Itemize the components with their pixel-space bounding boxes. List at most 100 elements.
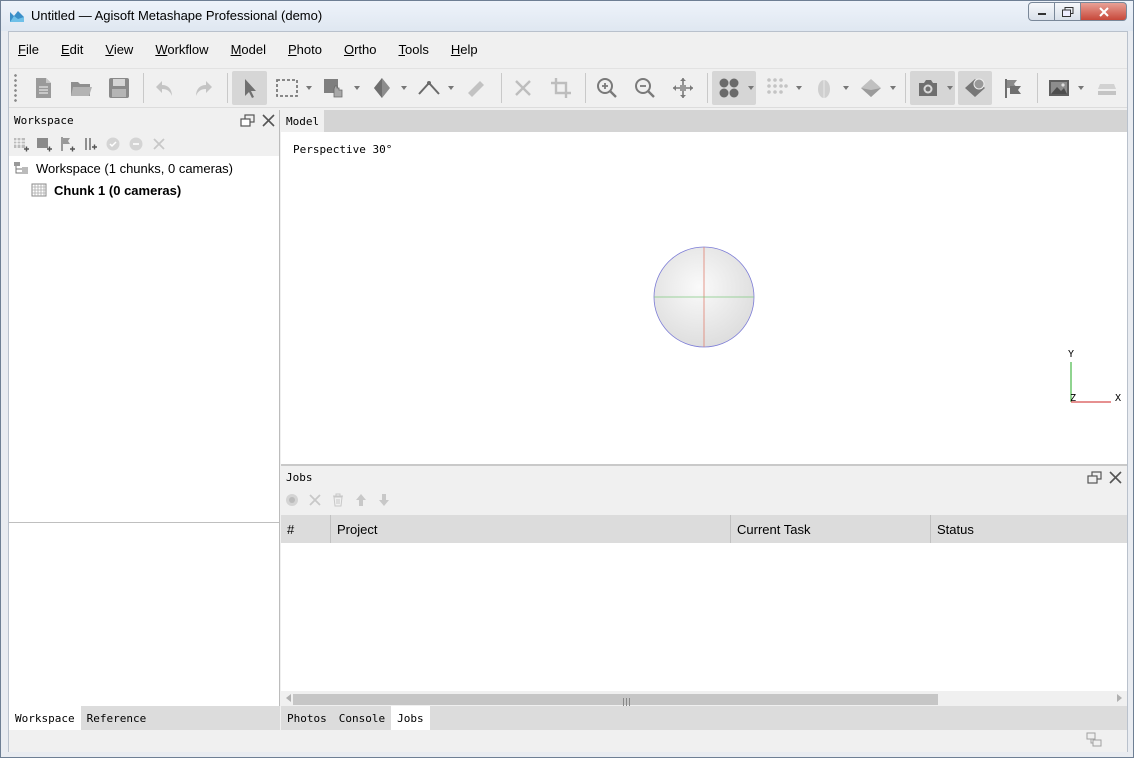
window-title: Untitled — Agisoft Metashape Professiona… [31, 8, 323, 23]
remove-item-button[interactable] [151, 136, 167, 152]
delete-x-icon [309, 493, 321, 506]
axis-z-label: Z [1070, 393, 1076, 404]
model-view-panel: Model Perspective 30° Y Z X [281, 110, 1127, 466]
shapes-icon [965, 78, 986, 97]
menu-model[interactable]: Model [231, 42, 266, 57]
menu-help[interactable]: Help [451, 42, 478, 57]
move-job-up-button[interactable] [354, 493, 368, 510]
open-button[interactable] [64, 71, 99, 105]
metashape-logo-icon [10, 11, 24, 22]
panel-close-button[interactable] [261, 113, 276, 128]
point-cloud-button[interactable] [712, 71, 757, 105]
tab-console[interactable]: Console [333, 706, 391, 730]
jobs-panel: Jobs # Project Current Task Status [281, 468, 1127, 706]
layers-button[interactable] [1089, 71, 1124, 105]
show-cameras-button[interactable] [910, 71, 955, 105]
dense-cloud-button[interactable] [759, 71, 803, 105]
chunk-node[interactable]: Chunk 1 (0 cameras) [31, 180, 181, 200]
scrollbar-thumb[interactable] [293, 694, 938, 706]
tiled-model-button[interactable] [807, 71, 851, 105]
maximize-button[interactable] [1055, 2, 1081, 21]
hand-move-icon [324, 79, 343, 98]
crop-selection-button[interactable] [543, 71, 578, 105]
show-image-button[interactable] [1042, 71, 1086, 105]
axis-y-label: Y [1068, 350, 1074, 360]
3d-viewport[interactable]: Perspective 30° Y Z X [281, 132, 1127, 466]
layers-icon [1097, 84, 1116, 95]
workspace-panel-title: Workspace [14, 114, 74, 127]
close-icon [1109, 471, 1122, 484]
remove-job-button[interactable] [331, 493, 345, 510]
jobs-panel-title: Jobs [286, 471, 313, 484]
save-icon [108, 78, 129, 98]
redo-button[interactable] [186, 71, 221, 105]
toolbar-grip[interactable] [13, 73, 18, 103]
menu-tools[interactable]: Tools [399, 42, 429, 57]
workspace-root-node[interactable]: Workspace (1 chunks, 0 cameras) [13, 158, 233, 178]
chunk-icon [31, 183, 47, 197]
workspace-tree: Workspace (1 chunks, 0 cameras) Chunk 1 … [9, 156, 279, 522]
column-header-number[interactable]: # [281, 515, 331, 543]
delete-selection-button[interactable] [506, 71, 541, 105]
tab-reference[interactable]: Reference [81, 706, 153, 730]
menu-view[interactable]: View [105, 42, 133, 57]
dense-cloud-icon [766, 78, 788, 94]
model-shaded-button[interactable] [854, 71, 898, 105]
network-status-icon [1086, 732, 1102, 747]
tab-jobs[interactable]: Jobs [391, 706, 430, 730]
close-button[interactable] [1081, 2, 1127, 21]
projection-label: Perspective 30° [293, 143, 393, 156]
zoom-out-button[interactable] [628, 71, 663, 105]
show-markers-button[interactable] [995, 71, 1030, 105]
show-shapes-button[interactable] [957, 71, 993, 105]
panel-close-button[interactable] [1108, 470, 1123, 485]
cancel-job-button[interactable] [308, 493, 322, 510]
horizontal-scrollbar[interactable] [281, 691, 1127, 706]
new-button[interactable] [26, 71, 61, 105]
reset-view-button[interactable] [666, 71, 701, 105]
scroll-left-icon[interactable] [282, 694, 291, 702]
column-header-project[interactable]: Project [331, 515, 731, 543]
undock-button[interactable] [240, 113, 255, 128]
column-header-current-task[interactable]: Current Task [731, 515, 931, 543]
add-chunk-button[interactable] [13, 136, 29, 152]
menu-workflow[interactable]: Workflow [155, 42, 208, 57]
toolbar-separator [500, 73, 502, 103]
navigation-tool-button[interactable] [232, 71, 267, 105]
toolbar-separator [227, 73, 229, 103]
move-job-down-button[interactable] [377, 493, 391, 510]
column-header-status[interactable]: Status [931, 515, 1127, 543]
save-button[interactable] [101, 71, 136, 105]
tab-model[interactable]: Model [281, 110, 325, 132]
scroll-right-icon[interactable] [1117, 694, 1126, 702]
axis-x-label: X [1115, 393, 1121, 404]
add-scalebar-button[interactable] [82, 136, 98, 152]
scrollbar-grip-icon [623, 698, 632, 706]
menu-file[interactable]: File [18, 42, 39, 57]
undo-button[interactable] [148, 71, 183, 105]
move-object-button[interactable] [317, 71, 361, 105]
menu-edit[interactable]: Edit [61, 42, 83, 57]
tab-workspace[interactable]: Workspace [9, 706, 81, 730]
undock-icon [1087, 471, 1102, 484]
menu-photo[interactable]: Photo [288, 42, 322, 57]
chunk-label: Chunk 1 (0 cameras) [54, 182, 182, 198]
start-job-button[interactable] [285, 493, 299, 510]
crop-icon [550, 78, 571, 98]
measure-button[interactable] [459, 71, 494, 105]
menu-ortho[interactable]: Ortho [344, 42, 377, 57]
menu-bar: File Edit View Workflow Model Photo Orth… [9, 32, 1127, 66]
tab-photos[interactable]: Photos [281, 706, 333, 730]
minimize-button[interactable] [1028, 2, 1055, 21]
disable-button[interactable] [128, 136, 144, 152]
rectangle-selection-button[interactable] [270, 71, 314, 105]
zoom-in-button[interactable] [590, 71, 625, 105]
add-photos-button[interactable] [36, 136, 52, 152]
ruler-button[interactable] [412, 71, 456, 105]
undock-button[interactable] [1087, 470, 1102, 485]
enable-button[interactable] [105, 136, 121, 152]
add-marker-button[interactable] [59, 136, 75, 152]
record-icon [286, 493, 298, 506]
draw-shape-button[interactable] [365, 71, 409, 105]
trash-icon [333, 493, 343, 506]
